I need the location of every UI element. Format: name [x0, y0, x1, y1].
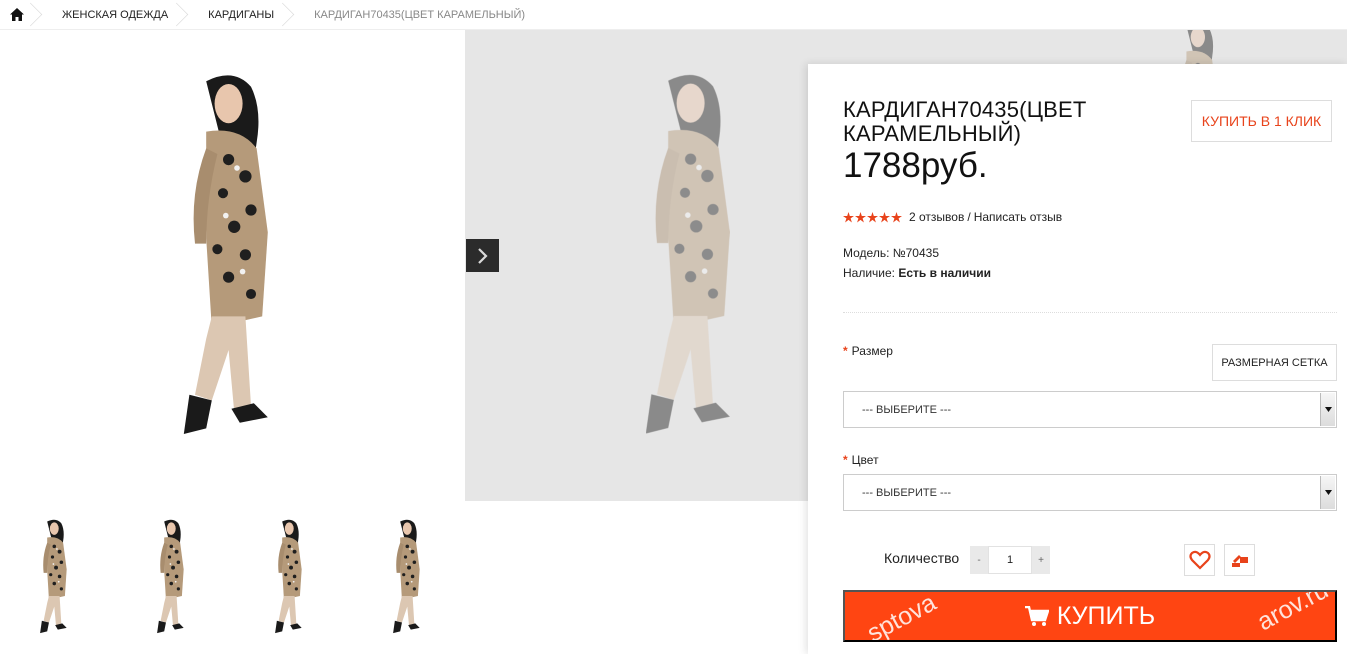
home-icon [10, 8, 24, 21]
product-info-panel: КАРДИГАН70435(ЦВЕТ КАРАМЕЛЬНЫЙ) КУПИТЬ В… [808, 64, 1347, 654]
size-label-text: Размер [851, 344, 893, 358]
quantity-plus-button[interactable]: + [1032, 546, 1050, 574]
thumbnail-image [393, 519, 420, 634]
thumbnail-strip [0, 514, 465, 644]
color-label: * Цвет [843, 453, 879, 467]
breadcrumb-current: КАРДИГАН70435(ЦВЕТ КАРАМЕЛЬНЫЙ) [314, 8, 526, 21]
chevron-down-icon [1320, 476, 1335, 509]
main-product-image[interactable] [28, 30, 418, 502]
wishlist-button[interactable] [1184, 544, 1215, 576]
required-marker: * [843, 453, 848, 467]
rating: 2 отзывов / Написать отзыв [843, 210, 1062, 224]
watermark-left: sptova [862, 590, 941, 642]
size-chart-button[interactable]: РАЗМЕРНАЯ СЕТКА [1212, 344, 1337, 381]
rating-separator: / [967, 210, 971, 224]
write-review-link[interactable]: Написать отзыв [974, 210, 1062, 224]
breadcrumb-cardigans[interactable]: КАРДИГАНЫ [186, 0, 292, 30]
star-icon [891, 211, 902, 222]
cart-icon [1024, 605, 1049, 626]
color-select[interactable]: --- ВЫБЕРИТЕ --- [843, 474, 1337, 511]
quantity-minus-button[interactable]: - [970, 546, 988, 574]
breadcrumb: ЖЕНСКАЯ ОДЕЖДА КАРДИГАНЫ КАРДИГАН70435(Ц… [0, 0, 1347, 30]
quantity-input[interactable] [988, 546, 1032, 574]
size-select[interactable]: --- ВЫБЕРИТЕ --- [843, 391, 1337, 428]
thumbnail-image [275, 519, 302, 634]
thumbnail-3[interactable] [240, 514, 335, 642]
availability-value: Есть в наличии [898, 266, 991, 280]
rating-stars [843, 211, 903, 223]
availability-label: Наличие: [843, 266, 896, 280]
model-info: Модель: №70435 [843, 246, 939, 260]
star-icon [855, 211, 866, 222]
size-select-value: --- ВЫБЕРИТЕ --- [862, 403, 952, 416]
thumbnail-2[interactable] [122, 514, 217, 642]
heart-icon [1188, 550, 1211, 570]
star-icon [879, 211, 890, 222]
divider [843, 312, 1337, 313]
breadcrumb-womens-clothing[interactable]: ЖЕНСКАЯ ОДЕЖДА [40, 0, 186, 30]
buy-one-click-button[interactable]: КУПИТЬ В 1 КЛИК [1191, 100, 1332, 142]
product-price: 1788руб. [843, 146, 988, 185]
model-value: №70435 [892, 246, 939, 260]
thumbnail-1[interactable] [5, 514, 100, 642]
watermark-right: arov.ru [1252, 590, 1333, 637]
chevron-down-icon [1320, 393, 1335, 426]
compare-icon [1231, 555, 1248, 567]
add-to-cart-button[interactable]: КУПИТЬ sptova arov.ru [843, 590, 1337, 642]
gallery-next-button[interactable] [466, 239, 499, 272]
breadcrumb-home[interactable] [0, 0, 40, 30]
buy-button-label: КУПИТЬ [1056, 601, 1156, 630]
star-icon [843, 211, 854, 222]
quantity-label: Количество [884, 550, 960, 566]
availability-info: Наличие: Есть в наличии [843, 266, 991, 280]
color-label-text: Цвет [851, 453, 879, 467]
product-photo [183, 75, 268, 434]
chevron-right-icon [477, 247, 488, 264]
model-label: Модель: [843, 246, 890, 260]
color-select-value: --- ВЫБЕРИТЕ --- [862, 486, 952, 499]
required-marker: * [843, 344, 848, 358]
reviews-link[interactable]: 2 отзывов [909, 210, 964, 224]
thumbnail-image [40, 519, 67, 634]
star-icon [867, 211, 878, 222]
thumbnail-image [157, 519, 184, 634]
product-title: КАРДИГАН70435(ЦВЕТ КАРАМЕЛЬНЫЙ) [843, 97, 1087, 146]
quantity-stepper: - + [970, 546, 1050, 574]
thumbnail-4[interactable] [358, 514, 453, 642]
compare-button[interactable] [1224, 544, 1255, 576]
size-label: * Размер [843, 344, 893, 358]
